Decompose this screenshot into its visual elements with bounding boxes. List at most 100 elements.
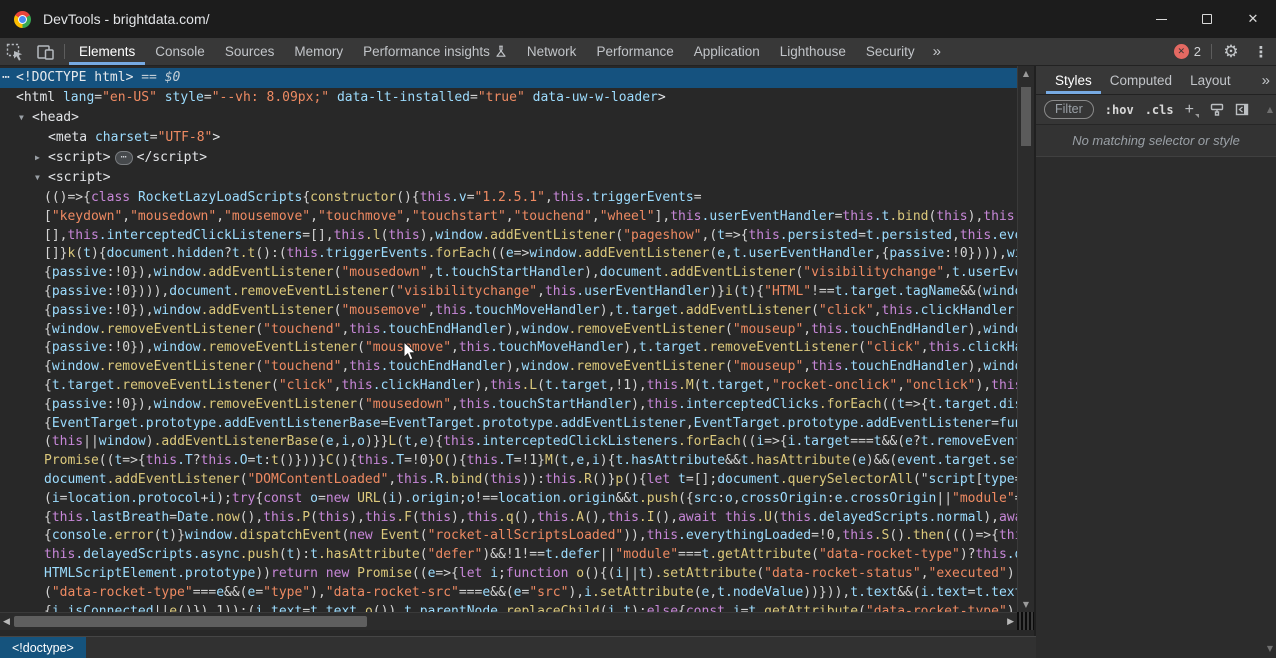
tab-application[interactable]: Application bbox=[684, 38, 770, 65]
code-line[interactable]: {this.lastBreath=Date.now(),this.P(this)… bbox=[0, 509, 1017, 528]
expander-icon[interactable]: ▶ bbox=[35, 148, 48, 168]
tab-computed[interactable]: Computed bbox=[1101, 66, 1181, 94]
code-line[interactable]: [],this.interceptedClickListeners=[],thi… bbox=[0, 227, 1017, 246]
code-line[interactable]: {passive:!0}),window.removeEventListener… bbox=[0, 396, 1017, 415]
maximize-icon bbox=[1202, 14, 1212, 24]
script-code: (()=>{class RocketLazyLoadScripts{constr… bbox=[0, 189, 1017, 621]
error-icon: ✕ bbox=[1174, 44, 1189, 59]
tab-network[interactable]: Network bbox=[517, 38, 587, 65]
scroll-right-icon[interactable]: ▶ bbox=[1007, 613, 1014, 630]
tab-label: Performance bbox=[596, 44, 673, 59]
vertical-scrollbar-thumb[interactable] bbox=[1021, 87, 1031, 146]
code-line[interactable]: ("data-rocket-type"===e&&(e="type"),"dat… bbox=[0, 584, 1017, 603]
code-line[interactable]: {passive:!0}),window.addEventListener("m… bbox=[0, 302, 1017, 321]
tab-performance[interactable]: Performance bbox=[586, 38, 683, 65]
tab-styles[interactable]: Styles bbox=[1046, 66, 1101, 94]
code-line[interactable]: (this||window).addEventListenerBase(e,i,… bbox=[0, 433, 1017, 452]
title-bar: DevTools - brightdata.com/ ✕ bbox=[0, 0, 1276, 38]
code-line[interactable]: []}k(t){document.hidden?t.t():(this.trig… bbox=[0, 245, 1017, 264]
toggle-computed-sidebar-button[interactable] bbox=[1235, 103, 1249, 116]
tab-label: Console bbox=[155, 44, 205, 59]
code-line[interactable]: {passive:!0}))),document.removeEventList… bbox=[0, 283, 1017, 302]
styles-sidebar: Styles Computed Layout » Filter :hov .cl… bbox=[1036, 66, 1276, 658]
tab-label: Layout bbox=[1190, 73, 1231, 88]
scroll-up-icon[interactable]: ▲ bbox=[1018, 69, 1034, 78]
scroll-down-icon[interactable]: ▼ bbox=[1018, 600, 1034, 609]
error-count: 2 bbox=[1194, 44, 1201, 59]
breadcrumb-bar: <!doctype> bbox=[0, 636, 1036, 658]
code-line[interactable]: {window.removeEventListener("touchend",t… bbox=[0, 321, 1017, 340]
toggle-element-state-button[interactable]: :hov bbox=[1105, 103, 1134, 117]
code-line[interactable]: ["keydown","mousedown","mousemove","touc… bbox=[0, 208, 1017, 227]
minimize-button[interactable] bbox=[1138, 0, 1184, 38]
toggle-rendering-emulations-button[interactable] bbox=[1210, 103, 1224, 116]
window-title: DevTools - brightdata.com/ bbox=[43, 11, 210, 27]
inspect-cursor-icon bbox=[6, 43, 24, 61]
horizontal-scrollbar[interactable]: ◀ ▶ bbox=[0, 612, 1017, 630]
close-button[interactable]: ✕ bbox=[1230, 0, 1276, 38]
gear-icon: ⚙ bbox=[1223, 42, 1238, 62]
toolbar-divider bbox=[64, 44, 65, 59]
more-tabs-button[interactable]: » bbox=[925, 38, 949, 65]
toolbar-divider bbox=[1211, 44, 1212, 59]
devtools-window: DevTools - brightdata.com/ ✕ Elements Co… bbox=[0, 0, 1276, 658]
breadcrumb-doctype[interactable]: <!doctype> bbox=[0, 637, 86, 658]
tab-console[interactable]: Console bbox=[145, 38, 215, 65]
tree-row[interactable]: ⋯<!DOCTYPE html> == $0 bbox=[0, 68, 1017, 88]
tree-row[interactable]: <meta charset="UTF-8"> bbox=[0, 128, 1017, 148]
code-line[interactable]: {passive:!0}),window.addEventListener("m… bbox=[0, 264, 1017, 283]
tab-label: Lighthouse bbox=[780, 44, 846, 59]
tab-memory[interactable]: Memory bbox=[284, 38, 353, 65]
element-classes-button[interactable]: .cls bbox=[1145, 103, 1174, 117]
tree-row[interactable]: <html lang="en-US" style="--vh: 8.09px;"… bbox=[0, 88, 1017, 108]
code-line[interactable]: {EventTarget.prototype.addEventListenerB… bbox=[0, 415, 1017, 434]
sidebar-more-tabs-button[interactable]: » bbox=[1262, 66, 1270, 94]
tab-performance-insights[interactable]: Performance insights bbox=[353, 38, 517, 65]
maximize-button[interactable] bbox=[1184, 0, 1230, 38]
elements-panel: ⋯<!DOCTYPE html> == $0<html lang="en-US"… bbox=[0, 66, 1017, 636]
code-line[interactable]: {window.removeEventListener("touchend",t… bbox=[0, 358, 1017, 377]
dom-tree: ⋯<!DOCTYPE html> == $0<html lang="en-US"… bbox=[0, 68, 1017, 188]
sidebar-scroll-up-icon[interactable]: ▲ bbox=[1267, 105, 1273, 114]
styles-filter-bar: Filter :hov .cls + bbox=[1036, 95, 1276, 125]
close-icon: ✕ bbox=[1248, 13, 1259, 26]
style-filter-input[interactable]: Filter bbox=[1044, 100, 1094, 119]
tab-lighthouse[interactable]: Lighthouse bbox=[770, 38, 856, 65]
console-error-badge[interactable]: ✕ 2 bbox=[1174, 38, 1201, 65]
inline-expand-button[interactable]: ⋯ bbox=[115, 151, 133, 165]
tree-row[interactable]: ▶<script>⋯</script> bbox=[0, 148, 1017, 168]
tab-elements[interactable]: Elements bbox=[69, 38, 145, 65]
expander-icon[interactable]: ▼ bbox=[19, 108, 32, 128]
scroll-left-icon[interactable]: ◀ bbox=[3, 613, 10, 630]
code-line[interactable]: (i=location.protocol+i);try{const o=new … bbox=[0, 490, 1017, 509]
code-line[interactable]: {console.error(t)}window.dispatchEvent(n… bbox=[0, 527, 1017, 546]
chrome-logo-icon bbox=[14, 11, 31, 28]
code-line[interactable]: Promise((t=>{this.T?this.O=t:t()}))}C(){… bbox=[0, 452, 1017, 471]
new-style-rule-button[interactable]: + bbox=[1185, 101, 1199, 119]
vertical-scrollbar[interactable]: ▲ ▼ bbox=[1017, 66, 1034, 612]
code-line[interactable]: document.addEventListener("DOMContentLoa… bbox=[0, 471, 1017, 490]
sidebar-scroll-down-icon[interactable]: ▼ bbox=[1267, 644, 1273, 653]
code-line[interactable]: (()=>{class RocketLazyLoadScripts{constr… bbox=[0, 189, 1017, 208]
tab-label: Computed bbox=[1110, 73, 1172, 88]
code-line[interactable]: {passive:!0}),window.removeEventListener… bbox=[0, 339, 1017, 358]
devtools-toolbar: Elements Console Sources Memory Performa… bbox=[0, 38, 1276, 66]
tab-security[interactable]: Security bbox=[856, 38, 925, 65]
toggle-device-toolbar-button[interactable] bbox=[30, 38, 60, 65]
code-line[interactable]: HTMLScriptElement.prototype))return new … bbox=[0, 565, 1017, 584]
expander-icon[interactable]: ▼ bbox=[35, 168, 48, 188]
tab-sources[interactable]: Sources bbox=[215, 38, 285, 65]
tree-row[interactable]: ▼<head> bbox=[0, 108, 1017, 128]
tab-layout[interactable]: Layout bbox=[1181, 66, 1240, 94]
inspect-element-button[interactable] bbox=[0, 38, 30, 65]
tab-label: Elements bbox=[79, 44, 135, 59]
plus-icon: + bbox=[1185, 101, 1194, 118]
code-line[interactable]: this.delayedScripts.async.push(t):t.hasA… bbox=[0, 546, 1017, 565]
scrollbar-corner bbox=[1017, 612, 1034, 630]
tree-row[interactable]: ▼<script> bbox=[0, 168, 1017, 188]
horizontal-scrollbar-thumb[interactable] bbox=[14, 616, 367, 627]
settings-button[interactable]: ⚙ bbox=[1216, 38, 1246, 65]
code-line[interactable]: {t.target.removeEventListener("click",th… bbox=[0, 377, 1017, 396]
tab-label: Performance insights bbox=[363, 44, 490, 59]
devtools-menu-button[interactable]: ⋮ bbox=[1246, 38, 1276, 65]
